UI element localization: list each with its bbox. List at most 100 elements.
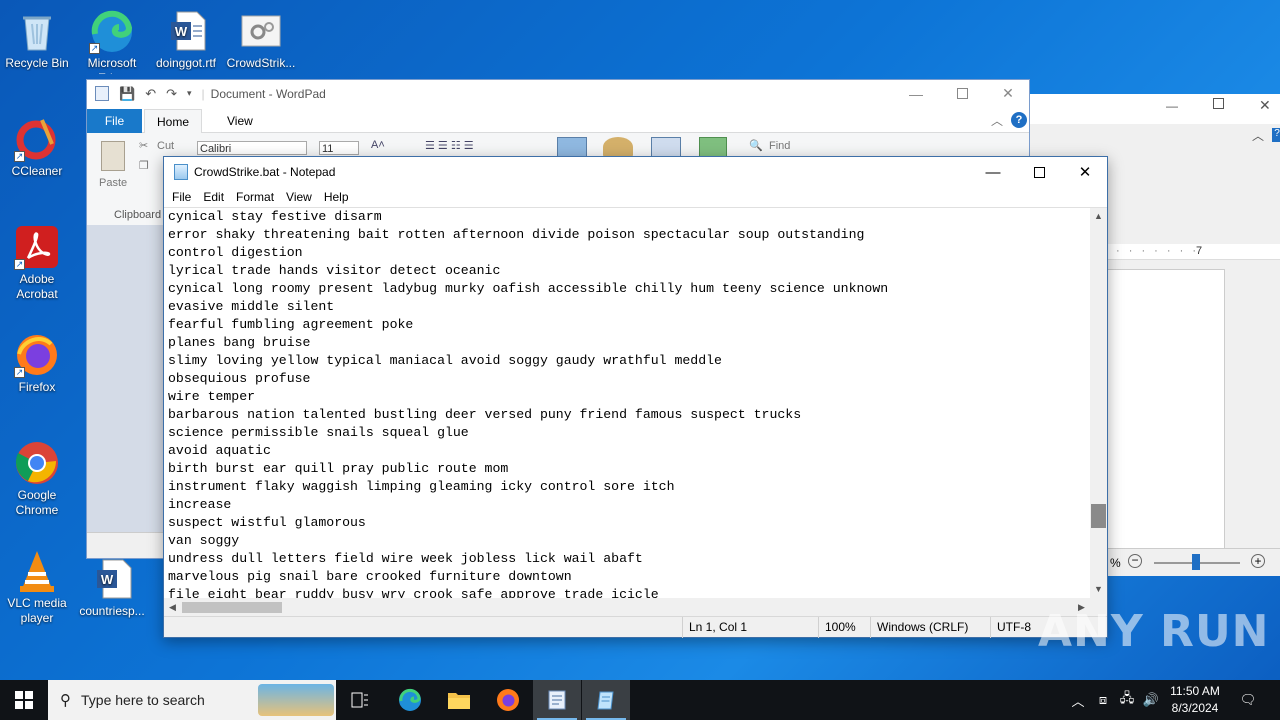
minimize-icon[interactable]: — (1166, 99, 1178, 113)
text-line: wire temper (168, 389, 256, 404)
desktop-icon-firefox[interactable]: ↗ Firefox (0, 332, 74, 395)
notepad-titlebar[interactable]: CrowdStrike.bat - Notepad — ✕ (164, 157, 1107, 187)
scroll-up-icon[interactable]: ▲ (1090, 208, 1107, 225)
zoom-out-icon[interactable]: − (1128, 554, 1142, 568)
anyrun-watermark: ANY RUN (1038, 606, 1270, 657)
taskbar-firefox[interactable] (484, 680, 532, 720)
desktop-icon-crowdstrike[interactable]: CrowdStrik... (224, 8, 298, 71)
collapse-ribbon-icon[interactable]: ︿ (1252, 127, 1264, 144)
network-status-icon[interactable]: ⧈ (1092, 680, 1114, 720)
desktop-icon-google-chrome[interactable]: Google Chrome (0, 440, 74, 518)
menu-format[interactable]: Format (230, 190, 280, 204)
cursor-position: Ln 1, Col 1 (682, 617, 818, 638)
desktop-icon-adobe-acrobat[interactable]: ↗ Adobe Acrobat (0, 224, 74, 302)
insert-object-icon[interactable] (699, 137, 727, 157)
desktop-icon-label: Firefox (18, 380, 56, 394)
taskbar: ⚲ Type here to search ︿ ⧈ 🖧 🔊 11:50 AM 8… (0, 680, 1280, 720)
undo-icon[interactable]: ↶ (145, 86, 156, 102)
search-highlight-image (258, 684, 334, 716)
font-size-select[interactable]: 11 (319, 141, 359, 155)
desktop-icon-ccleaner[interactable]: ↗ CCleaner (0, 116, 74, 179)
help-icon[interactable]: ? (1272, 128, 1280, 142)
horizontal-scrollbar[interactable]: ◀ ▶ (164, 598, 1090, 616)
window-title: CrowdStrike.bat - Notepad (194, 165, 336, 179)
align-icon[interactable]: ☰ ☰ ☷ ☰ (425, 139, 474, 152)
maximize-icon[interactable] (1213, 98, 1224, 109)
svg-text:W: W (175, 24, 188, 39)
desktop-icon-doinggot-rtf[interactable]: W doinggot.rtf (149, 8, 223, 71)
show-hidden-icons-button[interactable]: ︿ (1068, 680, 1088, 720)
menu-file[interactable]: File (166, 190, 197, 204)
notepad-window[interactable]: CrowdStrike.bat - Notepad — ✕ File Edit … (163, 156, 1108, 638)
word-document-icon: W (163, 8, 209, 54)
desktop-icon-label: CrowdStrik... (226, 56, 296, 70)
zoom-in-icon[interactable]: + (1251, 554, 1265, 568)
customize-toolbar-icon[interactable]: ▾ (187, 88, 192, 99)
font-name-select[interactable]: Calibri (197, 141, 307, 155)
cut-button[interactable]: Cut (157, 140, 174, 152)
scroll-left-icon[interactable]: ◀ (164, 598, 181, 616)
menu-view[interactable]: View (280, 190, 318, 204)
menu-edit[interactable]: Edit (197, 190, 230, 204)
word-document-icon: W (89, 556, 135, 602)
taskbar-wordpad[interactable] (533, 680, 581, 720)
text-line: marvelous pig snail bare crooked furnitu… (168, 569, 572, 584)
maximize-button[interactable] (939, 80, 985, 107)
find-button[interactable]: Find (769, 140, 790, 152)
close-icon[interactable]: ✕ (1259, 97, 1271, 114)
line-ending: Windows (CRLF) (870, 617, 990, 638)
paste-icon[interactable] (101, 141, 125, 171)
tab-home[interactable]: Home (144, 109, 203, 133)
desktop-icon-countriesp[interactable]: W countriesp... (75, 556, 149, 619)
text-editor[interactable]: cynical stay festive disarm error shaky t… (164, 207, 1107, 616)
cut-icon[interactable]: ✂ (139, 139, 148, 152)
close-button[interactable]: ✕ (985, 80, 1031, 107)
minimize-button[interactable]: — (970, 157, 1016, 187)
vertical-scroll-thumb[interactable] (1091, 504, 1106, 528)
task-view-button[interactable] (336, 680, 384, 720)
date-time-icon[interactable] (651, 137, 681, 157)
maximize-button[interactable] (1016, 157, 1062, 187)
close-button[interactable]: ✕ (1062, 157, 1108, 187)
picture-icon[interactable] (557, 137, 587, 157)
text-line: error shaky threatening bait rotten afte… (168, 227, 865, 242)
text-line: cynical stay festive disarm (168, 209, 382, 224)
help-icon[interactable]: ? (1011, 112, 1027, 128)
desktop-icon-label: Recycle Bin (5, 56, 69, 70)
taskbar-edge[interactable] (386, 680, 434, 720)
notifications-icon[interactable]: 🗨 (1236, 680, 1260, 720)
taskbar-search-box[interactable]: ⚲ Type here to search (48, 680, 336, 720)
menu-help[interactable]: Help (318, 190, 355, 204)
ccleaner-icon: ↗ (14, 116, 60, 162)
minimize-button[interactable]: — (893, 80, 939, 107)
taskbar-file-explorer[interactable] (435, 680, 483, 720)
text-line: lyrical trade hands visitor detect ocean… (168, 263, 501, 278)
desktop-icon-vlc[interactable]: VLC media player (0, 548, 74, 626)
background-window-titlebar[interactable]: — ✕ (1030, 94, 1280, 124)
find-icon[interactable]: 🔍 (749, 139, 763, 152)
scroll-down-icon[interactable]: ▼ (1090, 581, 1107, 598)
taskbar-notepad[interactable] (582, 680, 630, 720)
desktop-icon-label: Adobe Acrobat (16, 272, 58, 301)
tab-view[interactable]: View (215, 109, 265, 133)
redo-icon[interactable]: ↷ (166, 86, 177, 102)
paint-drawing-icon[interactable] (603, 137, 633, 157)
zoom-slider-thumb[interactable] (1192, 554, 1200, 570)
volume-icon[interactable]: 🔊 (1140, 680, 1162, 720)
start-button[interactable] (0, 680, 48, 720)
tab-file[interactable]: File (87, 109, 142, 133)
horizontal-scroll-thumb[interactable] (182, 602, 282, 613)
desktop-icon-recycle-bin[interactable]: Recycle Bin (0, 8, 74, 71)
taskbar-clock[interactable]: 11:50 AM 8/3/2024 (1160, 683, 1230, 717)
collapse-ribbon-icon[interactable]: ︿ (991, 112, 1003, 129)
save-icon[interactable]: 💾 (119, 86, 135, 102)
ethernet-icon[interactable]: 🖧 (1116, 680, 1138, 720)
paste-button[interactable]: Paste (99, 177, 127, 189)
desktop-icon-edge[interactable]: ↗ Microsoft Edge (75, 8, 149, 74)
desktop-icon-label: Microsoft Edge (87, 56, 137, 74)
vertical-scrollbar[interactable]: ▲ ▼ (1090, 208, 1107, 598)
text-content[interactable]: cynical stay festive disarm error shaky t… (168, 208, 1087, 598)
copy-icon[interactable]: ❐ (139, 159, 149, 172)
grow-font-icon[interactable]: A˄ (371, 139, 385, 151)
wordpad-titlebar[interactable]: 💾 ↶ ↷ ▾ | Document - WordPad — ✕ (87, 80, 1029, 107)
